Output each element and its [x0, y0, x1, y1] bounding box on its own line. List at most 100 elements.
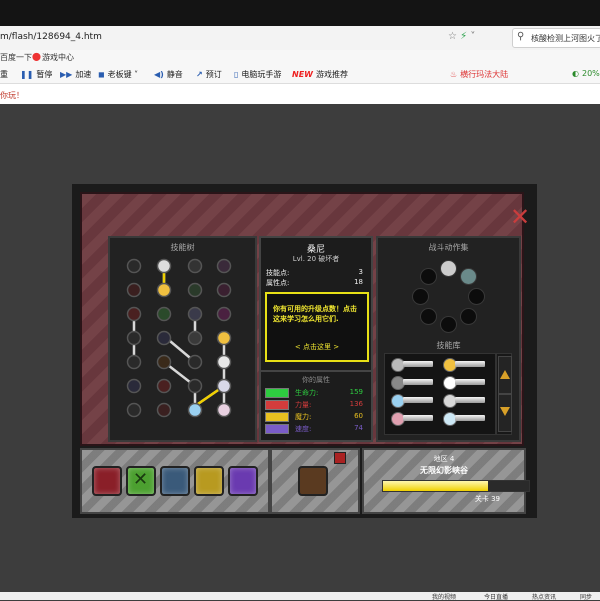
- item-slot-button[interactable]: [298, 466, 328, 496]
- add-vitality-button[interactable]: [265, 388, 289, 398]
- favorites-bar: 百度一下 ⬤ 游戏中心: [0, 50, 600, 65]
- boss-key-icon: ◼: [98, 70, 105, 79]
- skill-library: [384, 353, 496, 435]
- action-slot[interactable]: [440, 316, 457, 333]
- stat-vitality: 生命力: 159: [265, 388, 367, 398]
- notice-text: 你玩！: [0, 91, 24, 100]
- add-strength-button[interactable]: [265, 400, 289, 410]
- toolbar-reserve[interactable]: ↗ 预订: [196, 69, 222, 80]
- stage-info: 地区 4 无限幻影峡谷 关卡 39: [362, 448, 530, 514]
- attr-points-value: 18: [354, 278, 363, 286]
- arrow-down-icon: [500, 407, 510, 416]
- stage-area: 地区 4: [433, 455, 455, 463]
- phone-icon: ▯: [234, 70, 239, 79]
- action-slot[interactable]: [420, 268, 437, 285]
- flash-toolbar: 重 ❚❚ 暂停 ▶▶ 加速 ◼ 老板键 ˅ ◀) 静音 ↗ 预订 ▯ 电脑玩手游 NEW 游戏…: [0, 65, 600, 84]
- skill-points-value: 3: [358, 268, 363, 276]
- battle-actions-panel: 战斗动作集 技能库: [376, 236, 521, 442]
- stats-panel: 你的属性 生命力: 159 力量: 136 魔力: 60 速度: 74: [259, 370, 373, 442]
- character-panel: ✕ 技能树 桑尼 Lvl. 20 破坏者 技能点: 3 属性点: 18 你有可用…: [80, 192, 530, 446]
- address-bar: m/flash/128694_4.htm ☆ ⚡ ˅ ⚲ 核酸检测上河图火了: [0, 26, 600, 51]
- stage-progress-track: [382, 480, 530, 492]
- arrow-up-icon: [500, 370, 510, 379]
- search-box[interactable]: ⚲ 核酸检测上河图火了: [512, 28, 600, 48]
- skill-item[interactable]: [391, 394, 433, 408]
- character-level: Lvl. 20 破坏者: [292, 255, 340, 263]
- toolbar-pc-mobile-games[interactable]: ▯ 电脑玩手游: [234, 69, 281, 80]
- notice-bar: 你玩！: [0, 84, 600, 104]
- address-icons: ☆ ⚡ ˅: [448, 31, 476, 42]
- menu-green-x-button[interactable]: ✕: [126, 466, 156, 496]
- skill-item[interactable]: [443, 376, 485, 390]
- scroll-up-button[interactable]: [498, 356, 512, 394]
- action-slot[interactable]: [468, 288, 485, 305]
- fire-icon: ♨: [450, 70, 458, 79]
- fav-item-game-center[interactable]: 游戏中心: [42, 52, 74, 63]
- menu-tray: ✕: [80, 448, 270, 514]
- search-text: 核酸检测上河图火了: [531, 34, 600, 43]
- add-speed-button[interactable]: [265, 424, 289, 434]
- action-slot[interactable]: [440, 260, 457, 277]
- skill-item[interactable]: [443, 394, 485, 408]
- upgrade-hint-box[interactable]: 你有可用的升级点数！点击这来学习怎么用它们. < 点击这里 >: [265, 292, 369, 362]
- toolbar-pause[interactable]: ❚❚ 暂停: [20, 69, 52, 80]
- skill-item[interactable]: [391, 358, 433, 372]
- skill-tree-graph: [126, 258, 232, 418]
- add-magic-button[interactable]: [265, 412, 289, 422]
- speaker-icon: ◀): [154, 70, 164, 79]
- skill-points-row: 技能点: 3: [266, 268, 363, 277]
- toolbar-mute[interactable]: ◀) 静音: [154, 69, 183, 80]
- toolbar-speed[interactable]: ▶▶ 加速: [60, 69, 91, 80]
- scroll-down-button[interactable]: [498, 394, 512, 432]
- attr-points-row: 属性点: 18: [266, 278, 363, 287]
- toolbar-replay[interactable]: 重: [0, 69, 8, 80]
- menu-blue-button[interactable]: [160, 466, 190, 496]
- game-window: ✕ 技能树 桑尼 Lvl. 20 破坏者 技能点: 3 属性点: 18 你有可用…: [72, 184, 537, 518]
- close-icon[interactable]: ✕: [509, 205, 531, 229]
- toolbar-boss-key[interactable]: ◼ 老板键 ˅: [98, 69, 138, 80]
- toolbar-game-recommend[interactable]: NEW 游戏推荐: [292, 69, 348, 80]
- skill-item[interactable]: [391, 376, 433, 390]
- skill-item[interactable]: [443, 358, 485, 372]
- browser-top-strip: [0, 0, 600, 26]
- url-field[interactable]: m/flash/128694_4.htm: [0, 32, 102, 42]
- skill-item[interactable]: [443, 412, 485, 426]
- pause-icon: ❚❚: [20, 70, 34, 79]
- toolbar-ad-game[interactable]: ♨ 横行玛法大陆: [450, 69, 508, 80]
- stage-name: 无限幻影峡谷: [420, 466, 468, 475]
- fav-item-baidu[interactable]: 百度一下: [0, 52, 32, 63]
- center-slot: [270, 448, 360, 514]
- reserve-icon: ↗: [196, 70, 203, 79]
- skill-tree: 技能树: [108, 236, 257, 442]
- stage-level: 关卡 39: [474, 495, 500, 503]
- stats-title: 你的属性: [302, 376, 330, 384]
- action-slot[interactable]: [412, 288, 429, 305]
- stat-magic: 魔力: 60: [265, 412, 367, 422]
- skill-library-scrollbar[interactable]: [496, 353, 512, 435]
- bottom-bar: ✕ 地区 4 无限幻影峡谷 关卡 39: [80, 446, 530, 514]
- action-slot[interactable]: [420, 308, 437, 325]
- red-indicator: [334, 452, 346, 464]
- action-slot[interactable]: [460, 268, 477, 285]
- menu-yellow-button[interactable]: [194, 466, 224, 496]
- skill-library-title: 技能库: [436, 341, 461, 350]
- action-slot[interactable]: [460, 308, 477, 325]
- toolbar-percent: ◐ 20%: [572, 69, 600, 78]
- stat-speed: 速度: 74: [265, 424, 367, 434]
- battle-actions-title: 战斗动作集: [428, 243, 469, 252]
- new-badge: NEW: [292, 70, 313, 79]
- menu-purple-button[interactable]: [228, 466, 258, 496]
- search-icon: ⚲: [517, 31, 525, 42]
- browser-status-bar: 我的视频 今日直播 热点资讯 同步: [0, 592, 600, 601]
- gauge-icon: ◐: [572, 69, 579, 78]
- fast-forward-icon: ▶▶: [60, 70, 73, 79]
- stat-strength: 力量: 136: [265, 400, 367, 410]
- stage-progress-fill: [383, 481, 489, 491]
- game-center-icon: ⬤: [32, 52, 41, 61]
- hint-link[interactable]: < 点击这里 >: [267, 342, 367, 352]
- menu-red-gem-button[interactable]: [92, 466, 122, 496]
- x-icon: ✕: [133, 469, 149, 490]
- hint-text: 你有可用的升级点数！点击这来学习怎么用它们.: [273, 305, 357, 323]
- character-info: 桑尼 Lvl. 20 破坏者 技能点: 3 属性点: 18 你有可用的升级点数！…: [259, 236, 373, 372]
- skill-item[interactable]: [391, 412, 433, 426]
